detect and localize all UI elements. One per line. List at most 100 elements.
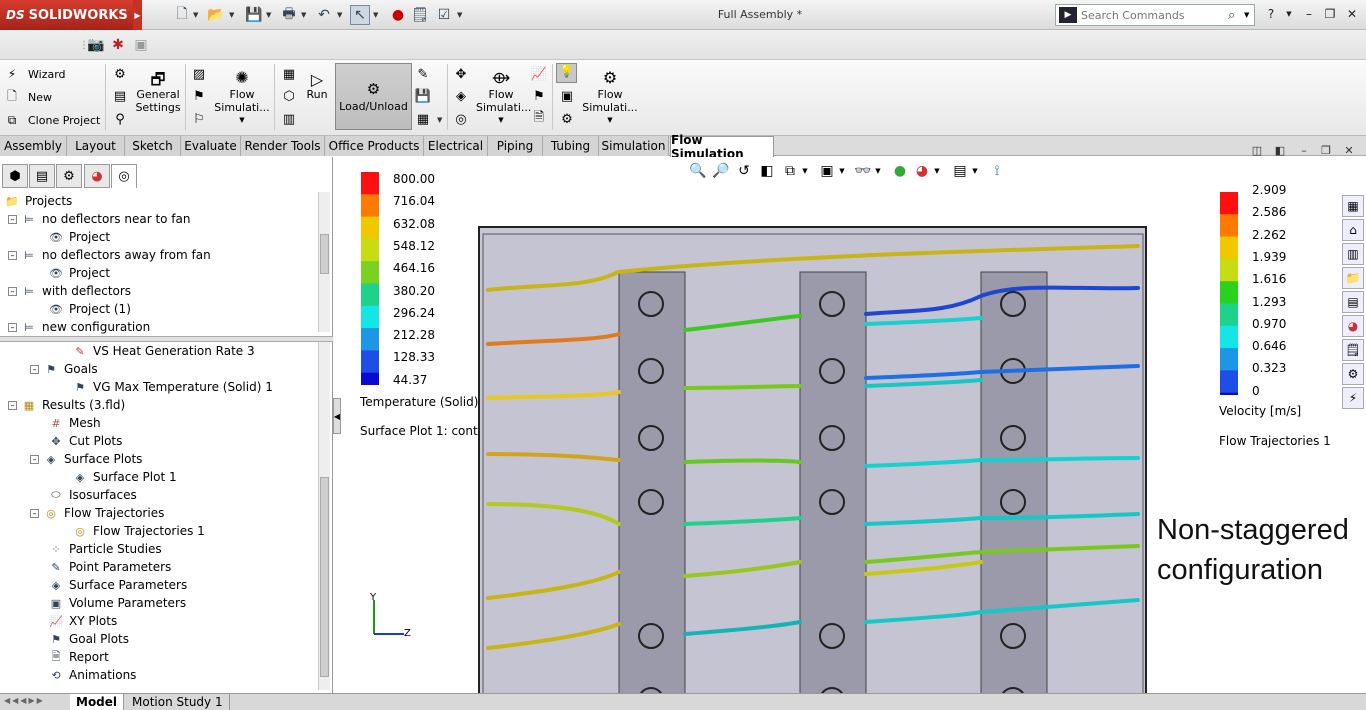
options-icon[interactable]: ☑ xyxy=(434,5,454,25)
tree-item[interactable]: – ▦ Results (3.fld) xyxy=(8,396,125,414)
display-toggle-active-button[interactable]: 💡 xyxy=(556,63,577,83)
tree-expand-toggle-icon[interactable]: – xyxy=(8,286,17,296)
tree-item[interactable]: ◎ Flow Trajectories 1 xyxy=(72,522,205,540)
save-icon[interactable]: 💾 xyxy=(244,5,264,25)
calculation-control-icon[interactable]: ⚲ xyxy=(111,110,129,128)
tile-vertical-icon[interactable]: ◫ xyxy=(1249,143,1265,157)
tree-expand-toggle-icon[interactable]: – xyxy=(8,322,17,332)
help-dropdown-icon[interactable]: ▼ xyxy=(1280,6,1298,22)
appearances-icon[interactable]: ◕ xyxy=(1342,315,1364,337)
flow-simulation-analysis-tree-tab-icon[interactable]: ◎ xyxy=(111,164,137,188)
tree-item[interactable]: – ⊨ no deflectors near to fan xyxy=(8,210,190,228)
flow-simulation-tools-button-2[interactable]: ⟴ Flow Simulati... ▼ xyxy=(476,66,531,127)
tab-flow-simulation[interactable]: Flow Simulation xyxy=(670,133,774,161)
configuration-manager-tab-icon[interactable]: ⚙ xyxy=(56,164,82,188)
open-dropdown-icon[interactable]: ▼ xyxy=(229,5,237,25)
tree-item[interactable]: ⁘ Particle Studies xyxy=(48,540,161,558)
transparency-icon[interactable]: ⚙ xyxy=(558,110,576,128)
mesh-settings-icon[interactable]: ⚐ xyxy=(190,110,208,128)
doc-close-icon[interactable]: ✕ xyxy=(1341,143,1357,157)
property-manager-tab-icon[interactable]: ▤ xyxy=(29,164,55,188)
tree-item[interactable]: 👁 Project xyxy=(48,228,110,246)
new-dropdown-icon[interactable]: ▼ xyxy=(193,5,201,25)
goal-plot-icon[interactable]: ⚑ xyxy=(530,87,548,105)
results-options-icon[interactable]: ▦ xyxy=(414,110,432,128)
search-icon[interactable]: ⌕ xyxy=(1228,8,1244,23)
tree-item[interactable]: 📁 Projects xyxy=(4,192,72,210)
design-library-icon[interactable]: ▥ xyxy=(1342,243,1364,265)
search-commands-box[interactable]: ▶ ⌕ ▼ xyxy=(1055,4,1255,26)
undo-icon[interactable]: ↶ xyxy=(314,5,334,25)
tree-item[interactable]: ✥ Cut Plots xyxy=(48,432,122,450)
surface-plot-icon[interactable]: ◈ xyxy=(452,87,470,105)
tree-top-scroll-thumb[interactable] xyxy=(320,234,329,274)
goal-icon[interactable]: ⚑ xyxy=(190,87,208,105)
view-settings-dropdown-icon[interactable]: ▼ xyxy=(970,161,980,181)
section-view-icon[interactable]: ◧ xyxy=(757,161,777,181)
tree-expand-toggle-icon[interactable]: – xyxy=(8,214,17,224)
solver-monitor-icon[interactable]: ▥ xyxy=(280,110,298,128)
tree-expand-toggle-icon[interactable]: – xyxy=(30,508,39,518)
flow-trajectories-icon[interactable]: ◎ xyxy=(452,110,470,128)
show-results-icon[interactable]: ▣ xyxy=(558,87,576,105)
view-settings-icon[interactable]: ▤ xyxy=(950,161,970,181)
rebuild-traffic-light-icon[interactable]: ● xyxy=(388,5,408,25)
feature-manager-tab-icon[interactable]: ⬢ xyxy=(2,164,28,188)
apply-scene-dropdown-icon[interactable]: ▼ xyxy=(932,161,942,181)
tree-expand-toggle-icon[interactable]: – xyxy=(8,250,17,260)
load-unload-button[interactable]: ⚙ Load/Unload xyxy=(335,63,412,130)
tree-item[interactable]: ⚑ VG Max Temperature (Solid) 1 xyxy=(72,378,273,396)
tree-item[interactable]: – ◎ Flow Trajectories xyxy=(30,504,164,522)
tree-item[interactable]: ✎ Point Parameters xyxy=(48,558,171,576)
solidworks-logo[interactable]: DS SOLIDWORKS xyxy=(0,0,133,30)
model-viewport[interactable] xyxy=(478,226,1148,693)
file-properties-icon[interactable]: 🗒 xyxy=(410,5,430,25)
tree-item[interactable]: ⟲ Animations xyxy=(48,666,136,684)
tree-item[interactable]: – ⊨ new configuration xyxy=(8,318,150,336)
tab-model[interactable]: Model xyxy=(70,694,125,710)
record-icon[interactable]: ▣ xyxy=(131,35,151,55)
menu-expand-arrow-icon[interactable]: ▶ xyxy=(133,0,142,30)
tree-item[interactable]: – ◈ Surface Plots xyxy=(30,450,142,468)
print-icon[interactable]: 🖶 xyxy=(279,5,299,25)
save-results-icon[interactable]: 💾 xyxy=(414,87,432,105)
search-dropdown-icon[interactable]: ▼ xyxy=(1244,11,1254,19)
display-manager-tab-icon[interactable]: ◕ xyxy=(84,164,110,188)
zoom-to-fit-icon[interactable]: 🔍 xyxy=(688,161,708,181)
search-mode-icon[interactable]: ▶ xyxy=(1059,7,1077,23)
display-style-icon[interactable]: ▣ xyxy=(817,161,837,181)
tab-scroll-arrows-icon[interactable]: ◀◀◀▶▶ xyxy=(4,696,64,708)
tree-expand-toggle-icon[interactable]: – xyxy=(30,364,39,374)
tab-evaluate[interactable]: Evaluate xyxy=(181,136,241,156)
view-orientation-icon[interactable]: ⧉ xyxy=(780,161,800,181)
tree-item[interactable]: – ⊨ no deflectors away from fan xyxy=(8,246,211,264)
select-arrow-icon[interactable]: ↖ xyxy=(350,5,370,25)
flow-simulation-task-icon[interactable]: ⚙ xyxy=(1342,363,1364,385)
results-dropdown-icon[interactable]: ▼ xyxy=(437,110,445,130)
tree-bottom-scrollbar[interactable] xyxy=(318,342,330,690)
tab-sketch[interactable]: Sketch xyxy=(125,136,181,156)
report-icon[interactable]: 🗎 xyxy=(530,110,548,128)
tree-item[interactable]: 👁 Project (1) xyxy=(48,300,131,318)
tab-render-tools[interactable]: Render Tools xyxy=(241,136,325,156)
new-document-icon[interactable]: 🗋 xyxy=(172,5,192,25)
new-project-button[interactable]: 🗋 New xyxy=(4,87,52,107)
help-icon[interactable]: ? xyxy=(1262,6,1280,22)
tree-item[interactable]: ⬭ Isosurfaces xyxy=(48,486,136,504)
tree-item[interactable]: # Mesh xyxy=(48,414,100,432)
tab-motion-study-1[interactable]: Motion Study 1 xyxy=(126,694,230,710)
cut-plot-icon[interactable]: ✥ xyxy=(452,65,470,83)
dropdown-arrow-icon[interactable]: ▼ xyxy=(582,114,638,127)
restore-icon[interactable]: ❐ xyxy=(1321,6,1339,22)
clone-project-button[interactable]: ⧉ Clone Project xyxy=(4,110,101,130)
xy-plot-icon[interactable]: 📈 xyxy=(530,65,548,83)
close-icon[interactable]: ✕ xyxy=(1343,6,1361,22)
options-dropdown-icon[interactable]: ▼ xyxy=(457,5,465,25)
tree-item[interactable]: 📈 XY Plots xyxy=(48,612,117,630)
tree-bottom-scroll-thumb[interactable] xyxy=(320,477,329,677)
tree-item[interactable]: ◈ Surface Plot 1 xyxy=(72,468,177,486)
hide-show-dropdown-icon[interactable]: ▼ xyxy=(873,161,883,181)
tree-item[interactable]: – ⚑ Goals xyxy=(30,360,98,378)
flow-simulation-tools-button-3[interactable]: ⚙ Flow Simulati... ▼ xyxy=(582,66,638,127)
tile-horizontal-icon[interactable]: ◧ xyxy=(1272,143,1288,157)
